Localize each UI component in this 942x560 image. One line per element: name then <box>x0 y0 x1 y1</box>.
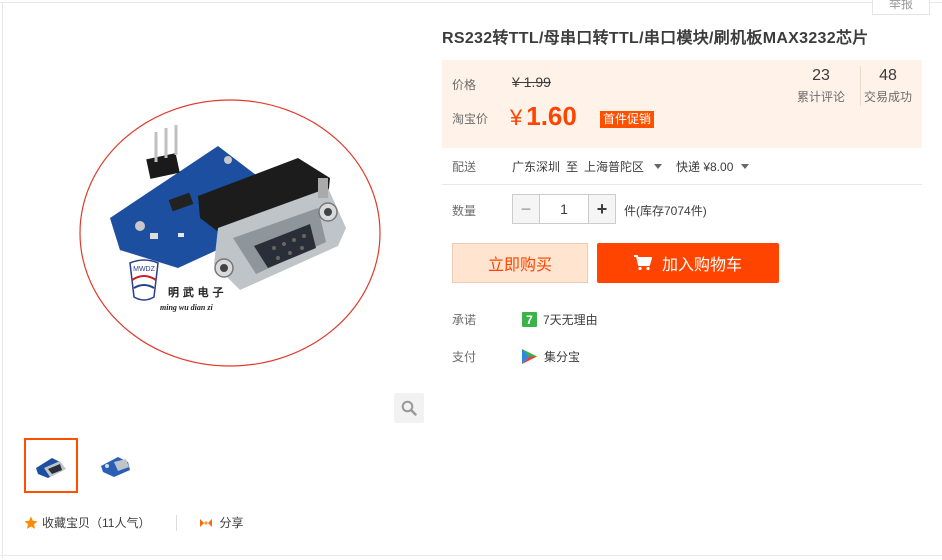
share-label: 分享 <box>219 516 244 530</box>
promise-7-icon: 7 <box>522 312 537 327</box>
sale-price-label: 淘宝价 <box>452 112 489 126</box>
payment-row: 支付 集分宝 <box>442 348 580 365</box>
reviews-stat[interactable]: 23 累计评论 <box>794 66 848 105</box>
buy-now-button[interactable]: 立即购买 <box>452 243 588 283</box>
logo-mark-text: MWDZ <box>133 266 155 273</box>
thumbnail-2[interactable] <box>88 438 142 493</box>
zoom-button[interactable] <box>394 393 424 423</box>
promise-text[interactable]: 7天无理由 <box>543 311 598 328</box>
social-bar: 收藏宝贝（11人气） 分享 <box>24 514 243 531</box>
cart-icon <box>633 255 652 271</box>
quantity-label: 数量 <box>452 204 477 218</box>
price-label: 价格 <box>452 78 477 92</box>
ship-from: 广东深圳 <box>512 160 561 174</box>
frame-top-border <box>0 2 942 3</box>
add-to-cart-button[interactable]: 加入购物车 <box>597 243 779 283</box>
quantity-stepper: − + <box>512 194 616 224</box>
price-panel: 价格 ¥ 1.99 淘宝价 ¥ 1.60 首件促销 23 累计评论 48 交易成… <box>442 60 922 148</box>
caret-down-icon <box>654 164 663 169</box>
quantity-input[interactable] <box>539 195 589 223</box>
caret-down-icon <box>741 164 750 169</box>
thumbnail-image <box>101 456 130 477</box>
reviews-label: 累计评论 <box>796 90 845 104</box>
share-icon <box>200 518 213 527</box>
increase-quantity-button[interactable]: + <box>589 195 615 223</box>
sale-price: ¥ 1.60 <box>510 101 577 132</box>
shipping-fee-select[interactable]: 快递 ¥8.00 <box>676 158 750 175</box>
ship-destination: 上海普陀区 <box>584 160 645 174</box>
stock-info: 件(库存7074件) <box>624 204 707 218</box>
jifenbao-icon <box>522 349 537 364</box>
report-link[interactable]: 举报 <box>872 0 930 15</box>
favorite-label: 收藏宝贝（11人气） <box>42 516 151 530</box>
star-icon <box>24 516 38 529</box>
shipping-location[interactable]: 广东深圳 至 上海普陀区 <box>512 158 663 175</box>
thumbnail-list <box>24 438 142 493</box>
frame-bottom-border <box>0 555 942 556</box>
sale-price-value: 1.60 <box>526 101 577 131</box>
shipping-row: 配送 广东深圳 至 上海普陀区 快递 ¥8.00 <box>442 156 922 185</box>
original-price: ¥ 1.99 <box>512 74 551 90</box>
reviews-count: 23 <box>812 67 830 84</box>
favorite-button[interactable]: 收藏宝贝（11人气） <box>24 514 150 531</box>
frame-left-border <box>2 2 3 558</box>
logo-pinyin-text: ming wu dian zi <box>160 303 213 312</box>
decrease-quantity-button[interactable]: − <box>513 195 539 223</box>
share-button[interactable]: 分享 <box>199 514 243 531</box>
sales-stat: 48 交易成功 <box>860 66 915 106</box>
search-icon <box>401 400 417 416</box>
promo-badge: 首件促销 <box>600 111 655 128</box>
sale-price-currency: ¥ <box>510 105 523 130</box>
promise-row: 承诺 7 7天无理由 <box>442 311 598 328</box>
logo-brand-text: 明 武 电 子 <box>168 285 224 299</box>
payment-text: 集分宝 <box>544 350 581 364</box>
sales-count: 48 <box>879 67 897 84</box>
product-title: RS232转TTL/母串口转TTL/串口模块/刷机板MAX3232芯片 <box>442 30 869 47</box>
thumbnail-image <box>36 457 66 478</box>
sales-label: 交易成功 <box>863 90 912 104</box>
social-divider <box>176 514 178 531</box>
shipping-fee: 快递 ¥8.00 <box>676 160 734 174</box>
payment-label: 支付 <box>452 350 477 364</box>
shipping-label: 配送 <box>452 160 477 174</box>
ship-to-word: 至 <box>566 160 579 174</box>
add-to-cart-label: 加入购物车 <box>661 257 742 274</box>
main-product-image[interactable]: MWDZ 明 武 电 子 ming wu dian zi <box>28 28 424 424</box>
thumbnail-1[interactable] <box>24 438 78 493</box>
promise-label: 承诺 <box>452 313 477 327</box>
